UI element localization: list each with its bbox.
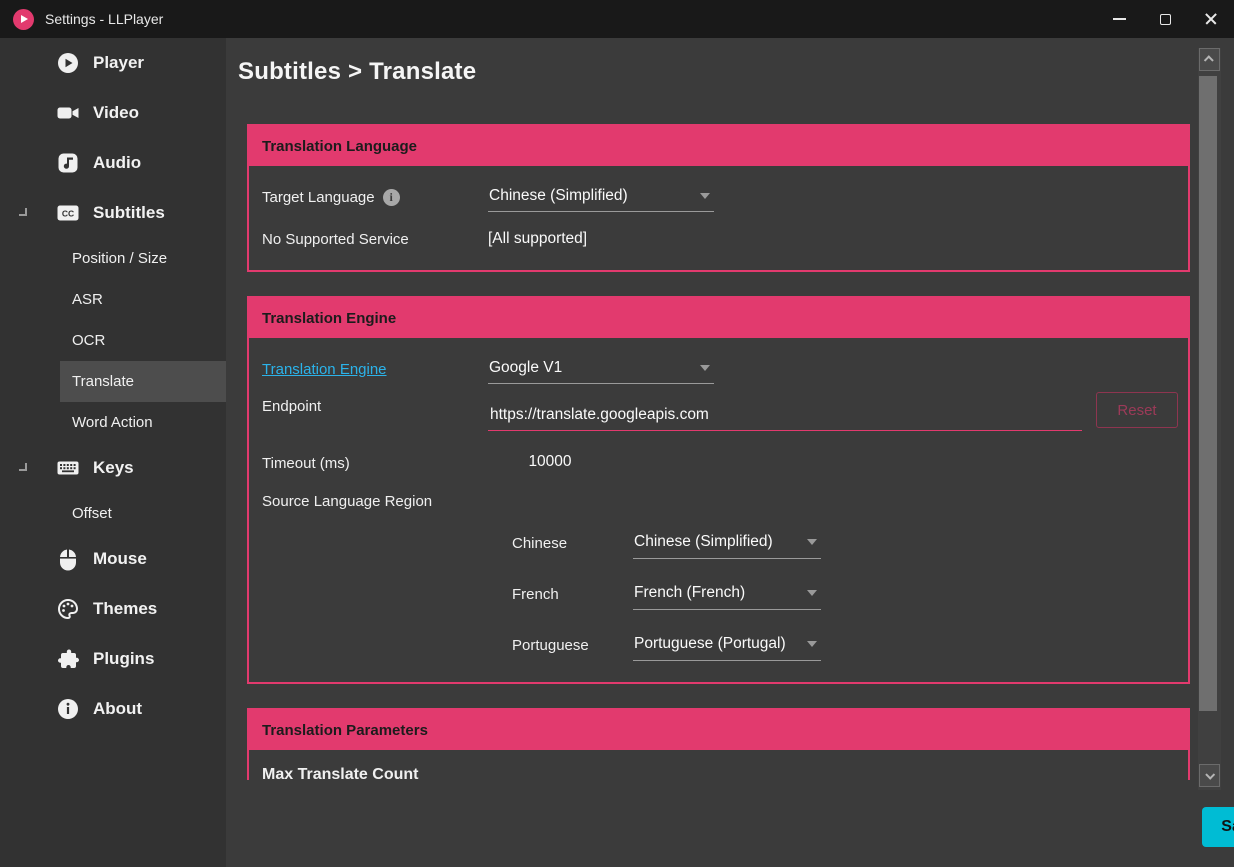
no-supported-service-row: No Supported Service [All supported] <box>249 218 1188 260</box>
endpoint-row: Endpoint Reset <box>249 390 1188 442</box>
video-camera-icon <box>56 101 80 125</box>
translation-engine-row: Translation Engine Google V1 <box>249 348 1188 390</box>
sidebar-item-label: Player <box>93 53 144 73</box>
source-region-row-portuguese: Portuguese Portuguese (Portugal) <box>512 620 1188 671</box>
section-translation-engine: Translation Engine Translation Engine Go… <box>247 296 1190 684</box>
sidebar-item-player[interactable]: Player <box>0 38 226 88</box>
sidebar-item-label: Plugins <box>93 649 154 669</box>
timeout-input[interactable] <box>488 448 612 478</box>
source-region-row-chinese: Chinese Chinese (Simplified) <box>512 518 1188 569</box>
sidebar-item-word-action[interactable]: Word Action <box>60 402 226 443</box>
chevron-down-icon <box>807 590 817 596</box>
sidebar-item-about[interactable]: About <box>0 684 226 734</box>
sidebar-item-label: Audio <box>93 153 141 173</box>
sidebar-item-audio[interactable]: Audio <box>0 138 226 188</box>
expander-icon[interactable] <box>19 208 27 216</box>
scroll-down-button[interactable] <box>1199 764 1220 787</box>
mouse-icon <box>56 547 80 571</box>
no-supported-service-value: [All supported] <box>488 230 587 248</box>
chevron-down-icon <box>807 641 817 647</box>
sidebar-item-label: About <box>93 699 142 719</box>
target-language-row: Target Language i Chinese (Simplified) <box>249 176 1188 218</box>
no-supported-service-label: No Supported Service <box>262 231 409 248</box>
sidebar-item-video[interactable]: Video <box>0 88 226 138</box>
chevron-down-icon <box>1205 770 1215 780</box>
sidebar-item-mouse[interactable]: Mouse <box>0 534 226 584</box>
title-bar: Settings - LLPlayer <box>0 0 1234 38</box>
info-icon[interactable]: i <box>383 189 400 206</box>
target-language-label: Target Language i <box>262 189 488 206</box>
chevron-down-icon <box>700 365 710 371</box>
palette-icon <box>56 597 80 621</box>
sidebar-item-position-size[interactable]: Position / Size <box>60 238 226 279</box>
scroll-up-button[interactable] <box>1199 48 1220 71</box>
maximize-button[interactable] <box>1142 0 1188 38</box>
app-logo-icon <box>13 9 34 30</box>
chevron-down-icon <box>700 193 710 199</box>
section-translation-language: Translation Language Target Language i C… <box>247 124 1190 272</box>
endpoint-label: Endpoint <box>262 398 321 415</box>
sidebar-item-keys[interactable]: Keys <box>0 443 226 493</box>
sidebar-item-label: Keys <box>93 458 134 478</box>
cc-icon: CC <box>56 201 80 225</box>
translation-engine-dropdown[interactable]: Google V1 <box>488 354 714 384</box>
info-icon <box>56 697 80 721</box>
puzzle-icon <box>56 647 80 671</box>
source-language-region-label: Source Language Region <box>262 493 432 510</box>
sidebar-item-subtitles[interactable]: CC Subtitles <box>0 188 226 238</box>
sidebar-item-offset[interactable]: Offset <box>60 493 226 534</box>
timeout-row: Timeout (ms) <box>249 442 1188 484</box>
sidebar-item-label: Themes <box>93 599 157 619</box>
portuguese-region-dropdown[interactable]: Portuguese (Portugal) <box>633 631 821 661</box>
scrollbar-thumb[interactable] <box>1199 76 1217 711</box>
sidebar-item-label: Mouse <box>93 549 147 569</box>
source-language-region-row: Source Language Region <box>249 484 1188 518</box>
source-region-row-french: French French (French) <box>512 569 1188 620</box>
window-title: Settings - LLPlayer <box>45 11 163 27</box>
minimize-icon <box>1113 18 1126 20</box>
close-icon <box>1204 12 1218 26</box>
minimize-button[interactable] <box>1096 0 1142 38</box>
chevron-down-icon <box>807 539 817 545</box>
section-header: Translation Parameters <box>249 710 1188 750</box>
sidebar-item-asr[interactable]: ASR <box>60 279 226 320</box>
expander-icon[interactable] <box>19 463 27 471</box>
chinese-region-dropdown[interactable]: Chinese (Simplified) <box>633 529 821 559</box>
chinese-label: Chinese <box>512 535 567 552</box>
vertical-scrollbar[interactable] <box>1198 48 1221 790</box>
close-window-button[interactable] <box>1188 0 1234 38</box>
section-header: Translation Language <box>249 126 1188 166</box>
main-content: Subtitles > Translate Translation Langua… <box>226 38 1234 867</box>
endpoint-input[interactable] <box>488 401 1082 431</box>
sidebar-item-themes[interactable]: Themes <box>0 584 226 634</box>
maximize-icon <box>1160 14 1171 25</box>
sidebar-item-translate[interactable]: Translate <box>60 361 226 402</box>
settings-scroll-viewport: Subtitles > Translate Translation Langua… <box>226 38 1234 780</box>
play-icon <box>56 51 80 75</box>
sidebar-item-label: Subtitles <box>93 203 165 223</box>
target-language-dropdown[interactable]: Chinese (Simplified) <box>488 182 714 212</box>
section-header: Translation Engine <box>249 298 1188 338</box>
page-title: Subtitles > Translate <box>238 58 1234 86</box>
french-region-dropdown[interactable]: French (French) <box>633 580 821 610</box>
reset-button[interactable]: Reset <box>1096 392 1178 428</box>
sidebar: Player Video Audio CC Subtitles Position… <box>0 38 226 867</box>
music-note-icon <box>56 151 80 175</box>
chevron-up-icon <box>1204 55 1214 65</box>
sidebar-item-label: Video <box>93 103 139 123</box>
save-and-close-button[interactable]: Save & Close <box>1202 807 1234 847</box>
sidebar-item-ocr[interactable]: OCR <box>60 320 226 361</box>
portuguese-label: Portuguese <box>512 637 589 654</box>
max-translate-count-label: Max Translate Count <box>249 766 1188 780</box>
section-translation-parameters: Translation Parameters Max Translate Cou… <box>247 708 1190 780</box>
sidebar-item-plugins[interactable]: Plugins <box>0 634 226 684</box>
timeout-label: Timeout (ms) <box>262 455 350 472</box>
keyboard-icon <box>56 456 80 480</box>
french-label: French <box>512 586 559 603</box>
translation-engine-link[interactable]: Translation Engine <box>262 361 488 378</box>
svg-text:CC: CC <box>62 209 74 219</box>
